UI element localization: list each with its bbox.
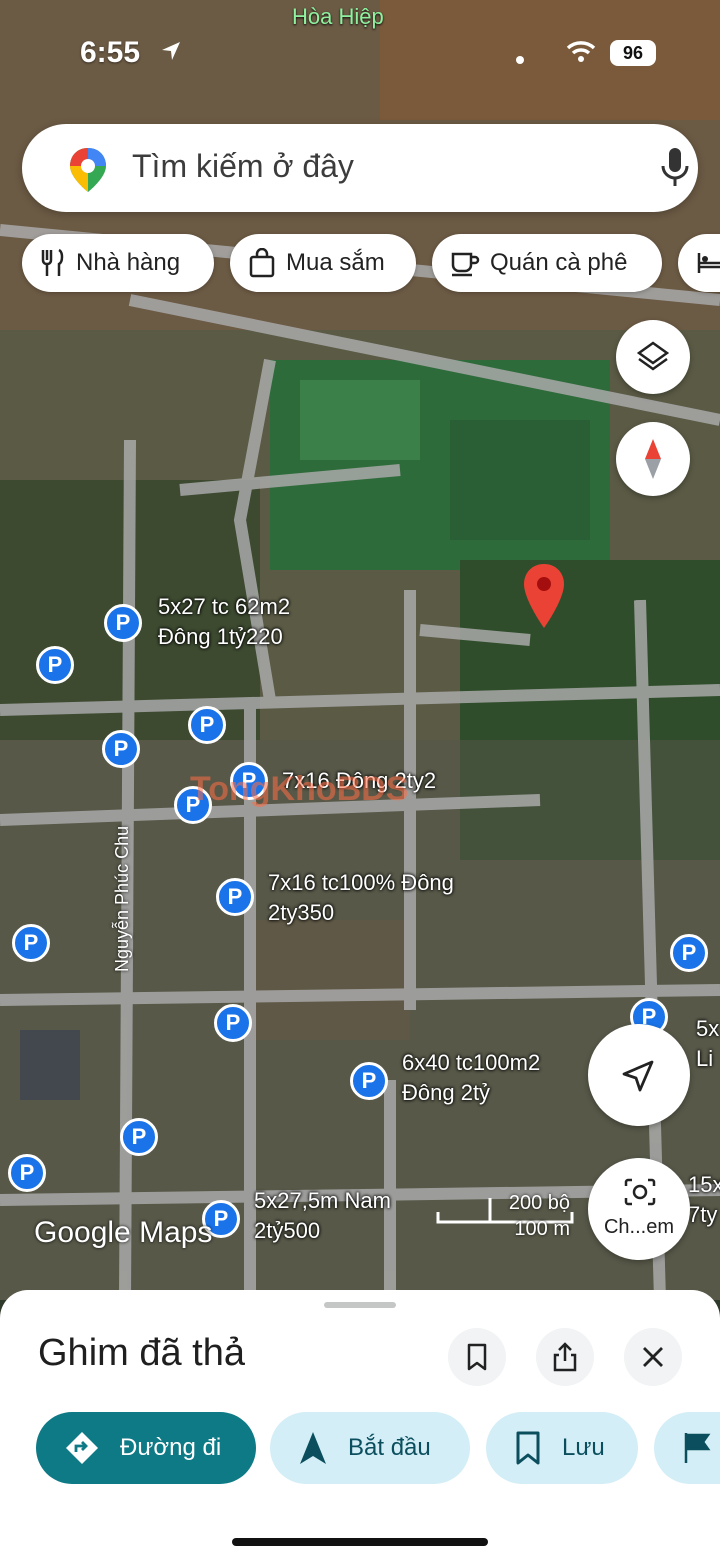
- battery-indicator: 96: [610, 40, 656, 66]
- search-bar[interactable]: Tìm kiếm ở đây: [22, 124, 698, 212]
- parking-marker[interactable]: P: [188, 706, 226, 744]
- parking-marker[interactable]: P: [36, 646, 74, 684]
- location-arrow-icon: [162, 42, 180, 60]
- save-label: Lưu: [562, 1434, 605, 1461]
- parking-marker[interactable]: P: [670, 934, 708, 972]
- sheet-drag-handle[interactable]: [324, 1302, 396, 1308]
- chip-label: Nhà hàng: [76, 249, 181, 276]
- hotel-icon: [697, 253, 720, 273]
- start-label: Bắt đầu: [348, 1434, 431, 1461]
- start-button[interactable]: Bắt đầu: [270, 1412, 470, 1484]
- listing-label: 5x Li: [696, 1016, 720, 1071]
- scale-metric: 100 m: [514, 1218, 570, 1240]
- camera-search-button[interactable]: Ch...em: [588, 1158, 690, 1260]
- bookmark-icon: [516, 1431, 540, 1465]
- parking-marker[interactable]: P: [216, 878, 254, 916]
- map-scale: 200 bộ 100 m: [436, 1192, 576, 1242]
- camera-label: Ch...em: [603, 1216, 675, 1238]
- navigation-icon: [300, 1432, 326, 1464]
- chip-shopping[interactable]: Mua sắm: [230, 234, 416, 292]
- dropped-pin-marker[interactable]: [520, 562, 568, 632]
- status-time: 6:55: [80, 36, 141, 69]
- layers-icon: [636, 341, 670, 371]
- listing-label: 5x27,5m Nam 2tỷ500: [254, 1188, 391, 1243]
- listing-label: 5x27 tc 62m2 Đông 1tỷ220: [158, 594, 291, 649]
- listing-label: 15x 7ty: [688, 1172, 720, 1227]
- listing-label: 6x40 tc100m2 Đông 2tỷ: [402, 1050, 541, 1105]
- compass-button[interactable]: [616, 422, 690, 496]
- directions-label: Đường đi: [120, 1434, 222, 1461]
- save-icon-button[interactable]: [448, 1328, 506, 1386]
- parking-marker[interactable]: P: [120, 1118, 158, 1156]
- parking-marker[interactable]: P: [214, 1004, 252, 1042]
- google-maps-pin-icon: [70, 148, 106, 192]
- google-maps-logo: Google Maps: [34, 1216, 213, 1249]
- scale-imperial: 200 bộ: [508, 1192, 570, 1214]
- parking-marker[interactable]: P: [102, 730, 140, 768]
- map-view[interactable]: Hòa Hiệp 6:55 96 Tìm kiếm ở đây Nhà hàng…: [0, 0, 720, 1300]
- place-bottom-sheet: Ghim đã thả Đường đi Bắt đầu Lưu: [0, 1290, 720, 1562]
- label-button[interactable]: [654, 1412, 720, 1484]
- bookmark-icon: [467, 1343, 487, 1371]
- status-bar: 6:55 96: [0, 30, 720, 78]
- parking-marker[interactable]: P: [350, 1062, 388, 1100]
- place-label-hoa-hiep: Hòa Hiệp: [292, 4, 384, 29]
- watermark: TongKhoBDS: [190, 770, 409, 808]
- save-button[interactable]: Lưu: [486, 1412, 638, 1484]
- restaurant-icon: [41, 248, 64, 276]
- search-input[interactable]: Tìm kiếm ở đây: [132, 148, 354, 185]
- signal-dot-icon: [516, 56, 524, 64]
- road-label: Nguyễn Phúc Chu: [112, 825, 132, 972]
- close-button[interactable]: [624, 1328, 682, 1386]
- chip-restaurants[interactable]: Nhà hàng: [22, 234, 214, 292]
- home-indicator: [232, 1538, 488, 1546]
- wifi-icon: [566, 41, 596, 62]
- layers-button[interactable]: [616, 320, 690, 394]
- chip-label: Quán cà phê: [490, 249, 628, 276]
- close-icon: [643, 1347, 663, 1367]
- sheet-title: Ghim đã thả: [38, 1332, 245, 1374]
- my-location-button[interactable]: [588, 1024, 690, 1126]
- chip-coffee[interactable]: Quán cà phê: [432, 234, 662, 292]
- compass-icon: [645, 439, 661, 479]
- shopping-bag-icon: [249, 248, 275, 278]
- directions-icon: [66, 1432, 98, 1464]
- chip-label: Mua sắm: [286, 249, 385, 276]
- coffee-icon: [451, 252, 480, 277]
- flag-icon: [684, 1433, 711, 1463]
- navigation-arrow-icon: [622, 1060, 654, 1092]
- share-button[interactable]: [536, 1328, 594, 1386]
- parking-marker[interactable]: P: [104, 604, 142, 642]
- microphone-icon[interactable]: [658, 146, 692, 190]
- share-icon: [553, 1342, 577, 1372]
- parking-marker[interactable]: P: [8, 1154, 46, 1192]
- listing-label: 7x16 tc100% Đông 2ty350: [268, 870, 454, 925]
- directions-button[interactable]: Đường đi: [36, 1412, 256, 1484]
- parking-marker[interactable]: P: [12, 924, 50, 962]
- camera-icon: [624, 1178, 656, 1206]
